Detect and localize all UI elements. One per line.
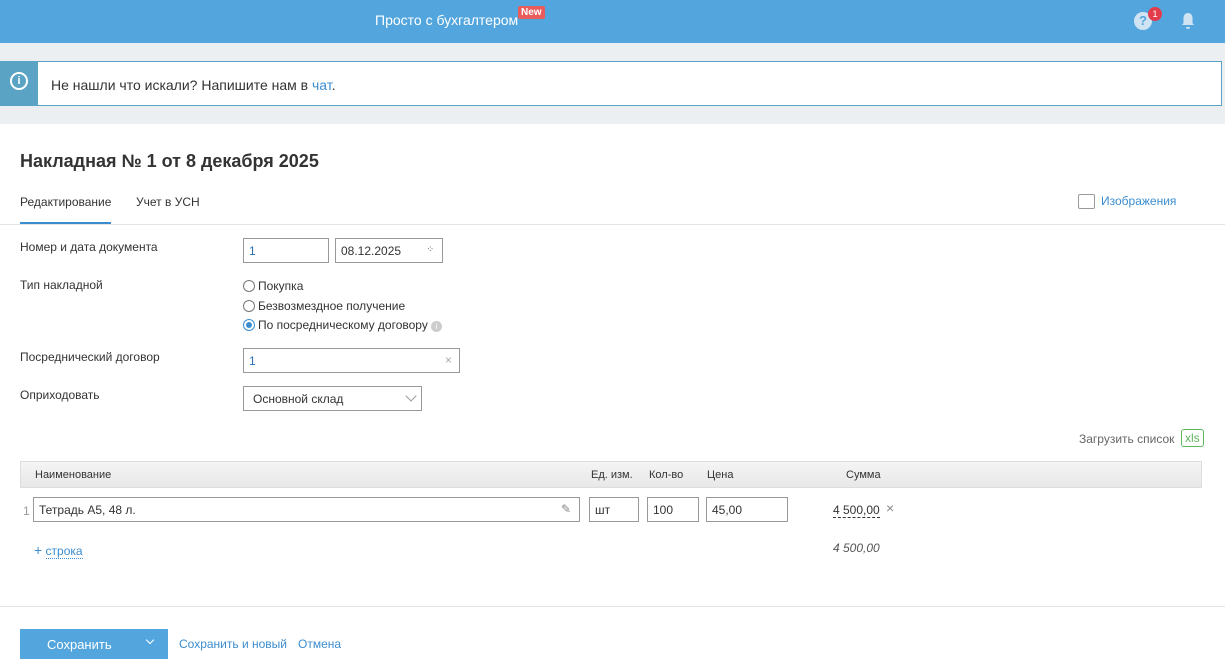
images-label: Изображения	[1101, 194, 1177, 208]
col-name: Наименование	[35, 469, 112, 481]
number-input[interactable]: 1	[243, 238, 329, 263]
new-badge: New	[518, 6, 545, 19]
name-input[interactable]: Тетрадь А5, 48 л. ✎	[33, 497, 580, 522]
radio-free[interactable]: Безвозмездное получение	[243, 299, 405, 313]
table-header: Наименование Ед. изм. Кол-во Цена Сумма	[20, 461, 1202, 488]
radio-agency[interactable]: По посредническому договору i	[243, 318, 443, 332]
upload-list-link[interactable]: Загрузить список	[1079, 432, 1174, 446]
top-bar: Просто с бухгалтером New ? 1	[0, 0, 1225, 43]
divider	[0, 606, 1225, 607]
brand-link[interactable]: Просто с бухгалтером	[375, 12, 518, 28]
number-label: Номер и дата документа	[20, 240, 158, 254]
store-label: Оприходовать	[20, 388, 100, 402]
pencil-icon[interactable]: ✎	[561, 502, 571, 516]
radio-purchase[interactable]: Покупка	[243, 279, 303, 293]
chat-link[interactable]: чат	[312, 77, 332, 93]
col-qty: Кол-во	[649, 469, 684, 481]
date-input[interactable]: 08.12.2025 ⁘	[335, 238, 443, 263]
notice-tail: .	[331, 77, 336, 93]
chevron-down-icon[interactable]	[145, 635, 155, 645]
info-icon: i	[1, 62, 38, 105]
images-link[interactable]: Изображения	[1078, 194, 1177, 210]
info-icon[interactable]: i	[431, 321, 443, 332]
store-select[interactable]: Основной склад	[243, 386, 422, 411]
total-sum: 4 500,00	[833, 541, 880, 555]
add-row-link[interactable]: + строка	[34, 542, 83, 559]
chevron-down-icon	[405, 390, 417, 402]
save-button[interactable]: Сохранить	[20, 629, 168, 659]
tab-usn[interactable]: Учет в УСН	[136, 195, 200, 209]
clear-icon[interactable]: ×	[445, 353, 452, 367]
xls-icon[interactable]: xls	[1181, 429, 1204, 447]
save-and-new-link[interactable]: Сохранить и новый	[179, 637, 287, 651]
unit-input[interactable]: шт	[589, 497, 639, 522]
date-value: 08.12.2025	[341, 244, 402, 258]
delete-row-icon[interactable]: ×	[886, 500, 894, 516]
info-notice: i Не нашли что искали? Напишите нам в ча…	[0, 61, 1222, 106]
col-sum: Сумма	[846, 469, 881, 481]
page-title: Накладная № 1 от 8 декабря 2025	[20, 151, 319, 171]
divider	[0, 224, 1225, 225]
contract-input[interactable]: 1 ×	[243, 348, 460, 373]
type-label: Тип накладной	[20, 278, 103, 292]
notice-text: Не нашли что искали? Напишите нам в	[51, 77, 312, 93]
calendar-icon[interactable]: ⁘	[426, 244, 434, 255]
col-unit: Ед. изм.	[591, 469, 633, 481]
cancel-link[interactable]: Отмена	[298, 637, 341, 651]
price-input[interactable]: 45,00	[706, 497, 788, 522]
tab-editing[interactable]: Редактирование	[20, 195, 112, 224]
bell-icon[interactable]	[1180, 12, 1196, 30]
qty-input[interactable]: 100	[647, 497, 699, 522]
col-price: Цена	[707, 469, 734, 481]
row-sum[interactable]: 4 500,00	[833, 503, 880, 518]
row-number: 1	[23, 504, 30, 518]
image-icon	[1078, 194, 1095, 210]
contract-label: Посреднический договор	[20, 350, 160, 364]
help-badge: 1	[1148, 7, 1162, 21]
document-form: Накладная № 1 от 8 декабря 2025 Редактир…	[0, 124, 1225, 667]
